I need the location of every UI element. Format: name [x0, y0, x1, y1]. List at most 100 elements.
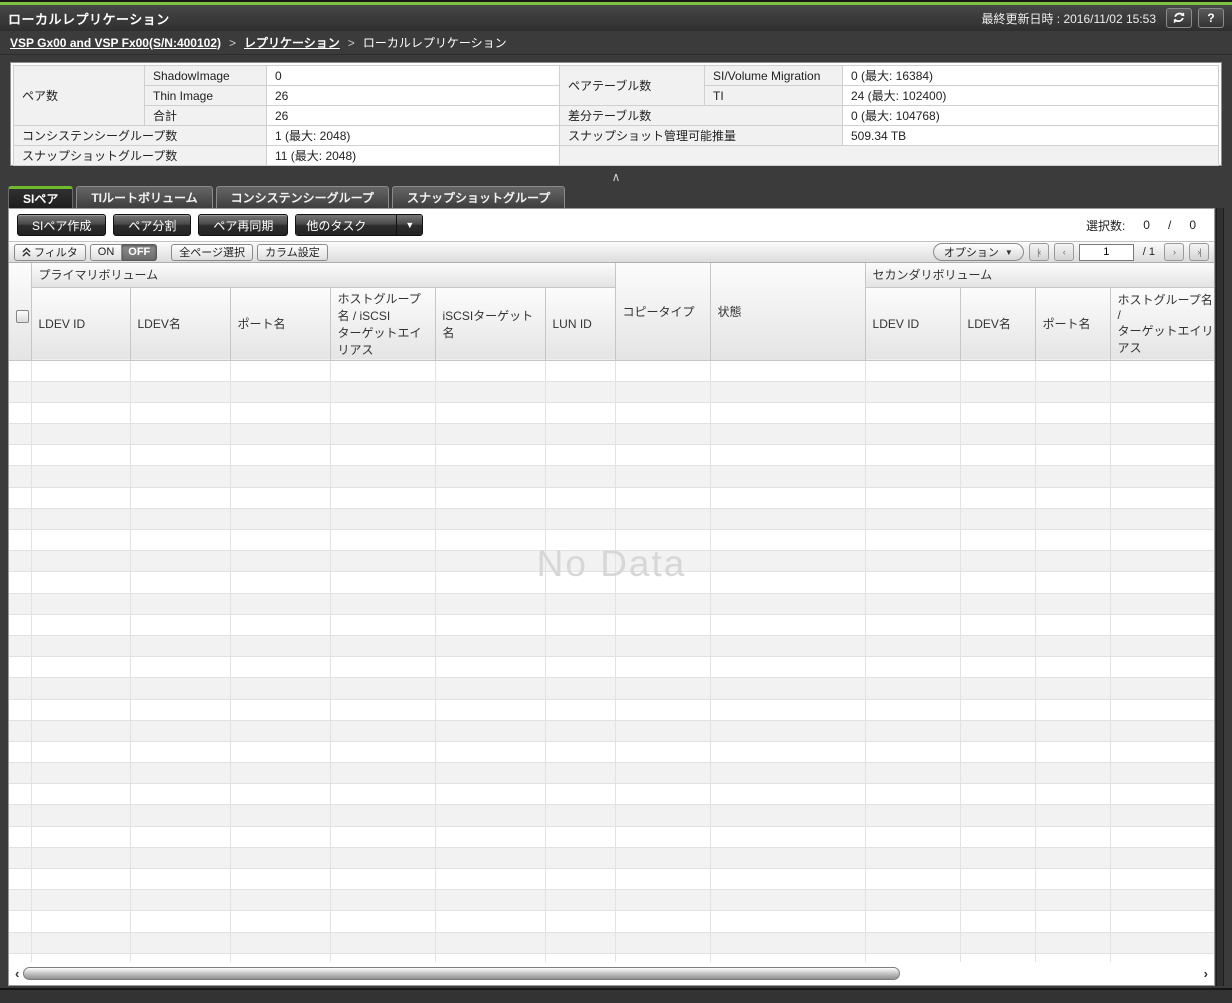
column-header-primary-port-name[interactable]: ポート名 [230, 287, 331, 361]
table-cell [1110, 508, 1214, 531]
table-cell [1035, 656, 1111, 679]
tab-snapshot-groups[interactable]: スナップショットグループ [391, 186, 566, 208]
table-cell [230, 847, 331, 870]
title-bar: ローカルレプリケーション 最終更新日時 : 2016/11/02 15:53 ? [0, 5, 1232, 31]
select-all-pages-button[interactable]: 全ページ選択 [171, 243, 254, 261]
table-cell [710, 847, 866, 870]
table-cell [615, 741, 711, 764]
table-cell [545, 720, 616, 742]
column-header-primary-ldev-name[interactable]: LDEV名 [130, 287, 231, 361]
last-page-button[interactable]: ›| [1189, 243, 1209, 261]
table-cell [1035, 826, 1111, 848]
table-cell [435, 508, 546, 531]
vertical-scrollbar[interactable] [1216, 208, 1224, 986]
table-cell [960, 783, 1036, 806]
table-cell [1110, 720, 1214, 742]
column-header-copy-type[interactable]: コピータイプ [615, 263, 711, 361]
column-header-secondary-ldev-id[interactable]: LDEV ID [865, 287, 961, 361]
table-cell [1110, 465, 1214, 488]
table-cell [1035, 868, 1111, 891]
table-cell [710, 423, 866, 446]
table-cell [330, 465, 436, 488]
scroll-left-icon[interactable]: ‹ [15, 967, 19, 980]
breadcrumb-link-replication[interactable]: レプリケーション [244, 34, 340, 51]
filter-button[interactable]: フィルタ [14, 243, 86, 261]
table-cell [230, 614, 331, 636]
table-cell [230, 720, 331, 742]
column-header-status[interactable]: 状態 [710, 263, 866, 361]
pair-tables-label: ペアテーブル数 [559, 65, 705, 106]
table-cell [9, 656, 32, 679]
tab-ti-root-volumes[interactable]: TIルートボリューム [76, 186, 213, 208]
tab-si-pairs[interactable]: SIペア [8, 186, 74, 208]
pair-table-header: プライマリボリューム コピータイプ 状態 セカンダリボリューム LDEV ID … [9, 263, 1214, 361]
selection-divider: / [1167, 218, 1172, 232]
breadcrumb-link-system[interactable]: VSP Gx00 and VSP Fx00(S/N:400102) [10, 36, 221, 50]
table-cell [865, 593, 961, 615]
table-cell [31, 614, 131, 636]
table-cell [130, 932, 231, 954]
filter-off-button[interactable]: OFF [122, 243, 158, 261]
column-header-secondary-port-name[interactable]: ポート名 [1035, 287, 1111, 361]
table-cell [960, 529, 1036, 552]
chevron-down-icon[interactable]: ▼ [396, 215, 423, 235]
first-page-button[interactable]: |‹ [1028, 243, 1049, 261]
resync-pair-button[interactable]: ペア再同期 [198, 214, 289, 236]
collapse-chevron-icon[interactable]: ∧ [612, 170, 621, 184]
table-cell [710, 529, 866, 552]
table-row [9, 699, 1214, 721]
table-cell [615, 402, 711, 425]
column-header-secondary-host-group[interactable]: ホストグループ名 / ターゲットエイリアス [1110, 287, 1214, 361]
split-pair-button[interactable]: ペア分割 [113, 214, 192, 236]
table-cell [9, 465, 32, 488]
prev-page-button[interactable]: ‹ [1053, 243, 1074, 261]
table-cell [31, 699, 131, 721]
table-row [9, 741, 1214, 764]
table-cell [230, 699, 331, 721]
column-header-primary-iscsi-target[interactable]: iSCSIターゲット名 [435, 287, 546, 361]
tab-consistency-groups[interactable]: コンシステンシーグループ [215, 186, 389, 208]
table-row [9, 656, 1214, 679]
table-cell [1035, 889, 1111, 912]
column-header-primary-host-group[interactable]: ホストグループ名 / iSCSI ターゲットエイリアス [330, 287, 436, 361]
table-cell [960, 699, 1036, 721]
select-all-checkbox[interactable] [16, 310, 29, 324]
column-settings-button[interactable]: カラム設定 [257, 243, 328, 261]
horizontal-scrollbar-thumb[interactable] [23, 967, 900, 980]
filter-on-button[interactable]: ON [89, 243, 123, 261]
create-si-pair-button[interactable]: SIペア作成 [17, 214, 107, 236]
pair-count-row-name: ShadowImage [144, 65, 267, 86]
table-cell [330, 741, 436, 764]
next-page-button[interactable]: › [1164, 243, 1184, 261]
table-cell [545, 508, 616, 531]
help-button[interactable]: ? [1198, 8, 1224, 28]
table-row [9, 847, 1214, 870]
table-cell [435, 953, 546, 962]
table-cell [710, 868, 866, 891]
table-cell [865, 465, 961, 488]
table-cell [9, 529, 32, 552]
table-cell [1035, 762, 1111, 785]
table-cell [960, 465, 1036, 488]
scroll-right-icon[interactable]: › [1204, 967, 1208, 980]
horizontal-scrollbar: ‹ › [9, 962, 1214, 985]
refresh-button[interactable] [1166, 8, 1192, 28]
table-cell [330, 889, 436, 912]
table-cell [710, 614, 866, 636]
column-header-primary-lun-id[interactable]: LUN ID [545, 287, 616, 361]
horizontal-scrollbar-track[interactable] [23, 967, 1199, 980]
table-cell [615, 571, 711, 594]
table-cell [710, 381, 866, 403]
page-number-input[interactable] [1078, 243, 1134, 261]
table-cell [31, 783, 131, 806]
table-cell [330, 571, 436, 594]
table-cell [330, 720, 436, 742]
table-row [9, 529, 1214, 552]
options-button[interactable]: オプション ▼ [932, 243, 1024, 261]
filter-label: フィルタ [34, 247, 78, 259]
table-cell [545, 762, 616, 785]
column-header-secondary-ldev-name[interactable]: LDEV名 [960, 287, 1036, 361]
column-header-primary-ldev-id[interactable]: LDEV ID [31, 287, 131, 361]
table-cell [130, 360, 231, 382]
other-tasks-button[interactable]: 他のタスク ▼ [295, 214, 424, 236]
